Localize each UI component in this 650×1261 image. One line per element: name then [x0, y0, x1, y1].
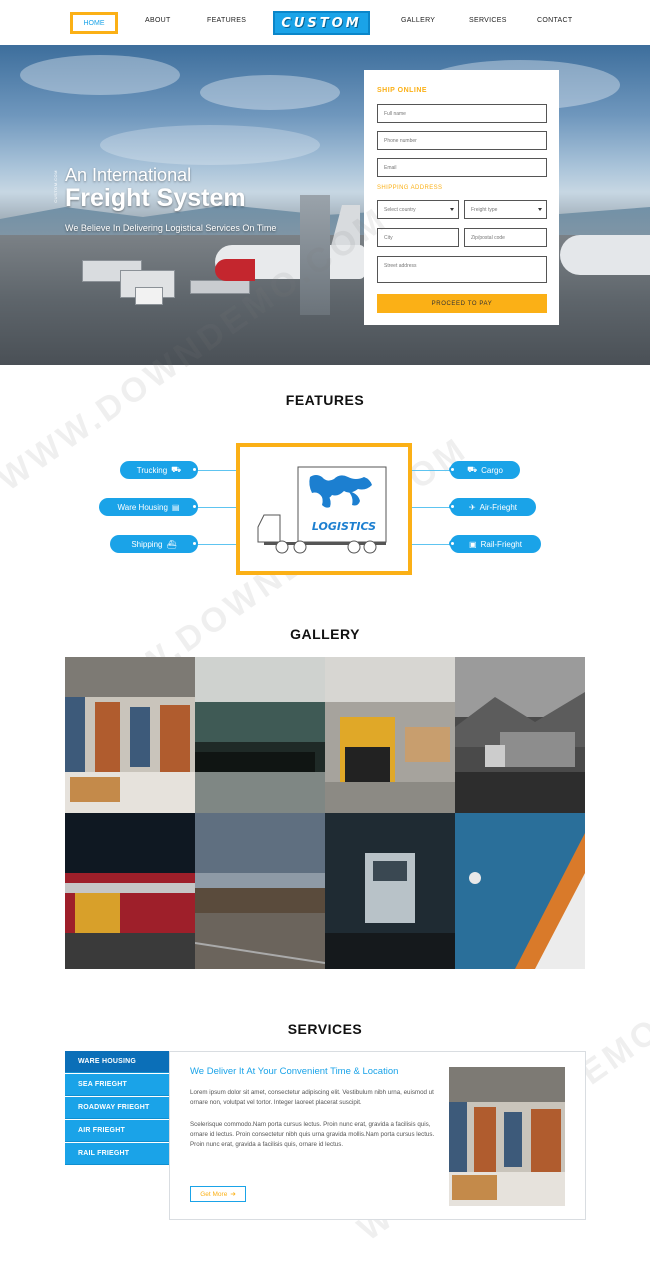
connector-line: [412, 544, 452, 545]
gallery-image-train-snow[interactable]: [195, 657, 325, 813]
truck-icon: ⛟: [171, 465, 182, 474]
street-address-field[interactable]: Street address: [377, 256, 547, 283]
connector-line: [412, 507, 452, 508]
get-more-button[interactable]: Get More ➔: [190, 1186, 246, 1202]
belt-loader: [190, 280, 250, 294]
ship-online-form: SHIP ONLINE Full name Phone number Email…: [364, 70, 559, 325]
connector-dot: [449, 540, 456, 547]
service-cart: [135, 287, 163, 305]
cloud: [200, 75, 340, 110]
nav-features[interactable]: FEATURES: [207, 17, 246, 24]
features-title: FEATURES: [285, 392, 365, 408]
hero-side-text: CUSTOM.COM: [53, 170, 58, 203]
email-field[interactable]: Email: [377, 158, 547, 177]
tab-sea-frieght[interactable]: SEA FRIEGHT: [65, 1074, 169, 1096]
freight-type-select[interactable]: Freight type: [464, 200, 547, 219]
gallery-image-truck-tunnel[interactable]: [325, 813, 455, 969]
services-title: SERVICES: [287, 1021, 363, 1037]
zip-field[interactable]: Zip/postal code: [464, 228, 547, 247]
nav-gallery[interactable]: GALLERY: [401, 17, 435, 24]
logo-text: CUSTOM: [281, 15, 362, 31]
top-nav: HOME ABOUT FEATURES CUSTOM GALLERY SERVI…: [0, 0, 650, 45]
feature-air-frieght[interactable]: ✈ Air-Frieght: [450, 498, 536, 516]
country-select-label: Select country: [384, 206, 416, 213]
train-icon: ▣: [469, 539, 477, 549]
hero-title-line1: An International: [65, 165, 192, 185]
tab-roadway-frieght[interactable]: ROADWAY FRIEGHT: [65, 1097, 169, 1119]
logistics-truck-logo: LOGISTICS: [257, 466, 387, 554]
connector-dot: [191, 466, 198, 473]
city-field[interactable]: City: [377, 228, 459, 247]
gallery-image-rail-cars[interactable]: [195, 813, 325, 969]
hero-tagline: We Believe In Delivering Logistical Serv…: [65, 223, 277, 233]
gallery-image-train-night[interactable]: [65, 813, 195, 969]
logistics-logo-box: LOGISTICS: [236, 443, 412, 575]
feature-label: Cargo: [481, 465, 503, 475]
tab-rail-frieght[interactable]: RAIL FRIEGHT: [65, 1143, 169, 1165]
feature-label: Rail-Frieght: [480, 539, 522, 549]
chevron-down-icon: [538, 208, 542, 211]
nav-services[interactable]: SERVICES: [469, 17, 507, 24]
ship-icon: ⛴: [166, 539, 177, 549]
cloud: [20, 55, 180, 95]
get-more-label: Get More: [200, 1190, 228, 1198]
gallery-image-cargo-ship[interactable]: [455, 813, 585, 969]
feature-ware-housing[interactable]: Ware Housing ▤: [99, 498, 198, 516]
arrow-right-icon: ➔: [230, 1191, 236, 1198]
full-name-field[interactable]: Full name: [377, 104, 547, 123]
shipping-address-heading: SHIPPING ADDRESS: [377, 185, 443, 191]
airplane-right: [560, 235, 650, 275]
form-heading: SHIP ONLINE: [377, 87, 428, 94]
connector-line: [196, 507, 236, 508]
nav-home[interactable]: HOME: [70, 12, 118, 34]
connector-line: [196, 544, 236, 545]
cargo-icon: ⛟: [467, 465, 478, 474]
connector-dot: [449, 466, 456, 473]
chevron-down-icon: [450, 208, 454, 211]
warehouse-icon: ▤: [171, 502, 180, 512]
services-panel: We Deliver It At Your Convenient Time & …: [169, 1051, 586, 1220]
services-paragraph-1: Lorem ipsum dolor sit amet, consectetur …: [190, 1089, 434, 1106]
connector-line: [196, 470, 236, 471]
feature-label: Air-Frieght: [479, 502, 518, 512]
feature-shipping[interactable]: Shipping ⛴: [110, 535, 198, 553]
hero-title-line2: Freight System: [65, 184, 246, 212]
logo-logistics-text: LOGISTICS: [312, 520, 376, 533]
tab-air-frieght[interactable]: AIR FRIEGHT: [65, 1120, 169, 1142]
feature-label: Shipping: [131, 539, 163, 549]
connector-dot: [191, 540, 198, 547]
site-logo[interactable]: CUSTOM: [273, 11, 370, 35]
services-paragraph-2: Scelerisque commodo.Nam porta cursus lec…: [190, 1121, 435, 1148]
gallery-image-forklift[interactable]: [325, 657, 455, 813]
gallery-image-truck-mountains[interactable]: [455, 657, 585, 813]
connector-dot: [449, 503, 456, 510]
connector-line: [412, 470, 452, 471]
jet-bridge: [300, 195, 330, 315]
feature-trucking[interactable]: Trucking ⛟: [120, 461, 198, 479]
feature-cargo[interactable]: ⛟ Cargo: [450, 461, 520, 479]
proceed-to-pay-button[interactable]: PROCEED TO PAY: [377, 294, 547, 313]
plane-icon: ✈: [468, 502, 476, 512]
feature-label: Ware Housing: [117, 502, 168, 512]
feature-label: Trucking: [136, 465, 168, 475]
freight-type-label: Freight type: [471, 206, 498, 213]
services-image-warehouse: [449, 1067, 565, 1206]
feature-rail-frieght[interactable]: ▣ Rail-Frieght: [450, 535, 541, 553]
connector-dot: [191, 503, 198, 510]
gallery-title: GALLERY: [290, 626, 360, 642]
phone-field[interactable]: Phone number: [377, 131, 547, 150]
nav-about[interactable]: ABOUT: [145, 17, 171, 24]
country-select[interactable]: Select country: [377, 200, 459, 219]
cloud: [100, 125, 320, 165]
nav-contact[interactable]: CONTACT: [537, 17, 572, 24]
tab-ware-housing[interactable]: WARE HOUSING: [65, 1051, 169, 1073]
airplane-nose: [215, 259, 255, 281]
gallery-image-warehouse[interactable]: [65, 657, 195, 813]
services-heading: We Deliver It At Your Convenient Time & …: [190, 1066, 399, 1077]
